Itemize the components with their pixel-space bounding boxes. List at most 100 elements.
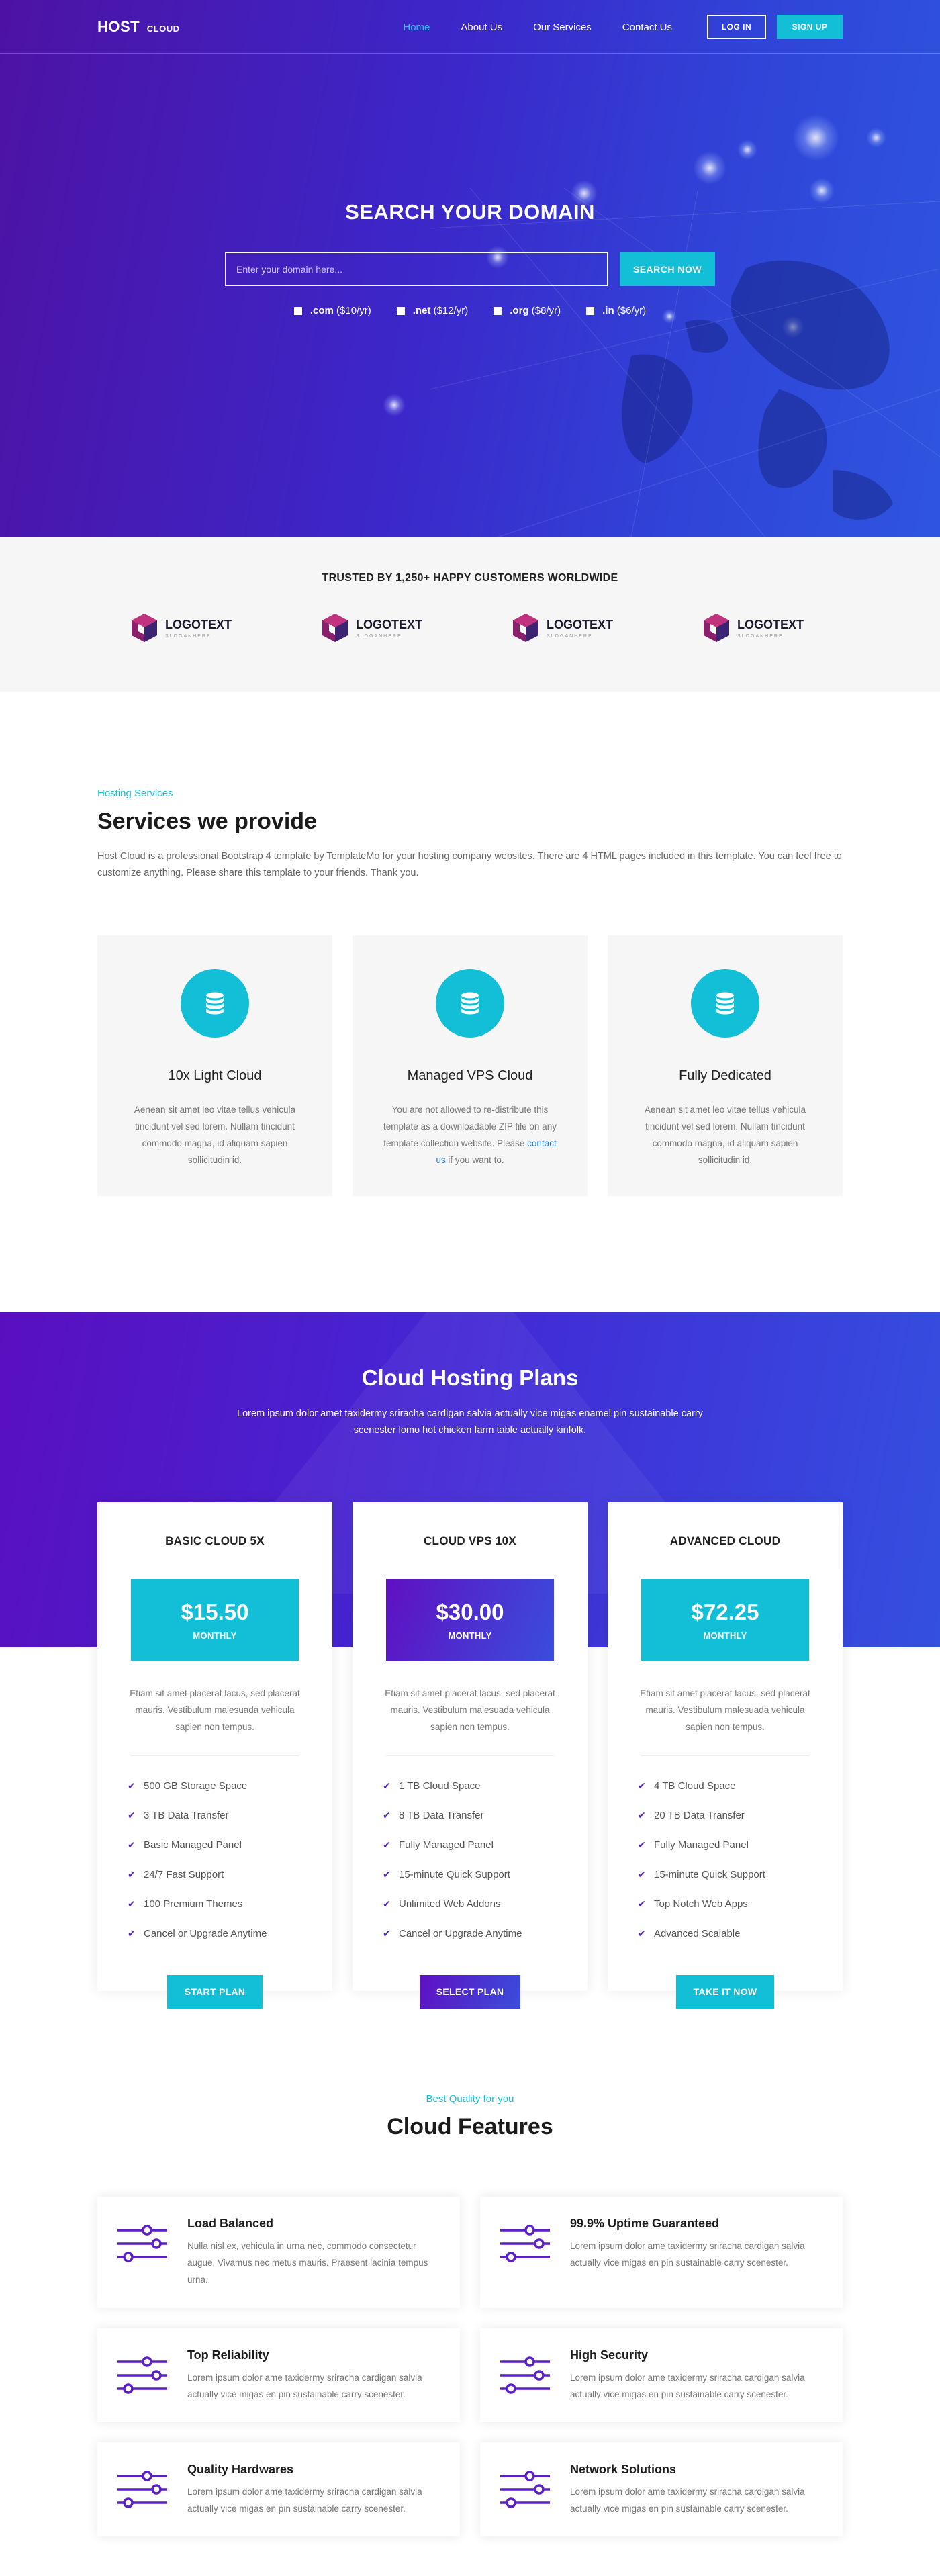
signup-button[interactable]: SIGN UP (777, 15, 843, 39)
check-icon: ✔ (638, 1839, 646, 1850)
service-title: Fully Dedicated (679, 1068, 771, 1083)
plan-feature: ✔ Fully Managed Panel (638, 1830, 812, 1859)
divider (131, 1755, 299, 1756)
trusted-section: TRUSTED BY 1,250+ HAPPY CUSTOMERS WORLDW… (0, 537, 940, 692)
feature-card: Load Balanced Nulla nisl ex, vehicula in … (97, 2197, 460, 2308)
database-icon (181, 969, 249, 1038)
logo-name: LOGOTEXT (547, 617, 613, 631)
nav-item-home[interactable]: Home (403, 21, 430, 33)
tld-option-net[interactable]: .net ($12/yr) (396, 305, 469, 316)
service-cards: 10x Light Cloud Aenean sit amet leo vita… (97, 935, 843, 1196)
feature-label: 24/7 Fast Support (144, 1868, 224, 1880)
feature-label: Basic Managed Panel (144, 1839, 242, 1851)
plan-name: BASIC CLOUD 5X (165, 1534, 265, 1547)
cube-logo-icon (704, 614, 729, 642)
sliders-icon (499, 2348, 551, 2403)
service-text-part: if you want to. (448, 1155, 504, 1165)
plans-section: Cloud Hosting Plans Lorem ipsum dolor am… (0, 1312, 940, 2009)
top-navbar: HOST CLOUD Home About Us Our Services Co… (0, 0, 940, 54)
hero-title: SEARCH YOUR DOMAIN (345, 200, 595, 224)
client-logos: LOGOTEXT SLOGANHERE LOGOTEXT SLOGANHERE LO… (130, 612, 810, 643)
plan-feature: ✔ Basic Managed Panel (128, 1830, 302, 1859)
plan-card-basic: BASIC CLOUD 5X $15.50 MONTHLY Etiam sit a… (97, 1502, 332, 2009)
nav-item-about-us[interactable]: About Us (461, 21, 502, 33)
check-icon: ✔ (128, 1810, 136, 1821)
tld-option-org[interactable]: .org ($8/yr) (493, 305, 561, 316)
feature-text: Lorem ipsum dolor ame taxidermy sriracha… (187, 2373, 422, 2399)
check-icon: ✔ (128, 1898, 136, 1909)
plan-feature: ✔ 20 TB Data Transfer (638, 1800, 812, 1830)
feature-label: Fully Managed Panel (399, 1839, 493, 1851)
plan-feature: ✔ Fully Managed Panel (383, 1830, 557, 1859)
plan-price: $30.00 (436, 1599, 504, 1624)
check-icon: ✔ (383, 1928, 391, 1939)
tld-price: ($10/yr) (336, 305, 371, 316)
cube-logo-icon (513, 614, 538, 642)
tld-ext: .in (602, 305, 614, 316)
checkbox[interactable] (586, 306, 595, 315)
nav-item-contact-us[interactable]: Contact Us (622, 21, 672, 33)
checkbox[interactable] (293, 306, 302, 315)
check-icon: ✔ (638, 1810, 646, 1821)
feature-label: 4 TB Cloud Space (654, 1780, 736, 1792)
check-icon: ✔ (383, 1898, 391, 1909)
plan-name: ADVANCED CLOUD (669, 1534, 781, 1547)
tld-option-in[interactable]: .in ($6/yr) (586, 305, 646, 316)
take-it-now-button[interactable]: TAKE IT NOW (676, 1975, 774, 2009)
check-icon: ✔ (383, 1839, 391, 1850)
plan-description: Etiam sit amet placerat lacus, sed place… (130, 1688, 300, 1732)
plan-feature: ✔ Advanced Scalable (638, 1919, 812, 1948)
tld-ext: .net (412, 305, 431, 316)
select-plan-button[interactable]: SELECT PLAN (420, 1975, 520, 2009)
tld-option-com[interactable]: .com ($10/yr) (293, 305, 371, 316)
check-icon: ✔ (383, 1780, 391, 1791)
search-now-button[interactable]: SEARCH NOW (620, 252, 715, 286)
feature-label: Advanced Scalable (654, 1927, 741, 1939)
feature-title: High Security (570, 2348, 649, 2362)
sliders-icon (116, 2463, 169, 2518)
check-icon: ✔ (383, 1869, 391, 1880)
start-plan-button[interactable]: START PLAN (167, 1975, 263, 2009)
tld-price: ($12/yr) (433, 305, 469, 316)
checkbox[interactable] (396, 306, 405, 315)
checkbox[interactable] (493, 306, 502, 315)
check-icon: ✔ (128, 1928, 136, 1939)
feature-text: Lorem ipsum dolor ame taxidermy sriracha… (187, 2487, 422, 2514)
plan-description: Etiam sit amet placerat lacus, sed place… (640, 1688, 810, 1732)
check-icon: ✔ (128, 1780, 136, 1791)
feature-card: 99.9% Uptime Guaranteed Lorem ipsum dolor… (480, 2197, 843, 2308)
feature-card: Top Reliability Lorem ipsum dolor ame tax… (97, 2328, 460, 2422)
logo-slogan: SLOGANHERE (356, 633, 402, 639)
service-title: 10x Light Cloud (168, 1068, 262, 1083)
logo-subtext: CLOUD (146, 24, 180, 34)
features-title: Cloud Features (387, 2114, 553, 2140)
login-button[interactable]: LOG IN (707, 15, 766, 39)
tld-ext: .org (510, 305, 529, 316)
divider (641, 1755, 809, 1756)
feature-title: Load Balanced (187, 2217, 274, 2230)
sliders-icon (499, 2463, 551, 2518)
plan-feature: ✔ Unlimited Web Addons (383, 1889, 557, 1919)
plan-features: ✔ 1 TB Cloud Space ✔ 8 TB Data Transfer ✔ F… (383, 1771, 557, 1948)
check-icon: ✔ (638, 1898, 646, 1909)
feature-label: 500 GB Storage Space (144, 1780, 248, 1792)
plan-card-advanced: ADVANCED CLOUD $72.25 MONTHLY Etiam sit a… (608, 1502, 843, 2009)
plan-feature: ✔ 24/7 Fast Support (128, 1859, 302, 1889)
domain-search-input[interactable] (225, 252, 608, 286)
plan-description: Etiam sit amet placerat lacus, sed place… (385, 1688, 555, 1732)
plans-subtitle: Lorem ipsum dolor amet taxidermy srirach… (237, 1408, 703, 1436)
service-title: Managed VPS Cloud (407, 1068, 533, 1083)
services-section: Hosting Services Services we provide Hos… (0, 692, 940, 1196)
feature-text: Nulla nisl ex, vehicula in urna nec, com… (187, 2241, 428, 2285)
feature-label: 15-minute Quick Support (654, 1868, 765, 1880)
plan-features: ✔ 500 GB Storage Space ✔ 3 TB Data Transfe… (128, 1771, 302, 1948)
divider (386, 1755, 554, 1756)
nav-item-our-services[interactable]: Our Services (533, 21, 592, 33)
feature-card: Network Solutions Lorem ipsum dolor ame t… (480, 2442, 843, 2536)
feature-title: Quality Hardwares (187, 2463, 294, 2476)
site-logo[interactable]: HOST CLOUD (97, 18, 179, 36)
feature-label: Top Notch Web Apps (654, 1898, 748, 1910)
database-icon (436, 969, 504, 1038)
feature-label: 20 TB Data Transfer (654, 1809, 745, 1821)
service-text: Aenean sit amet leo vitae tellus vehicul… (134, 1105, 296, 1165)
